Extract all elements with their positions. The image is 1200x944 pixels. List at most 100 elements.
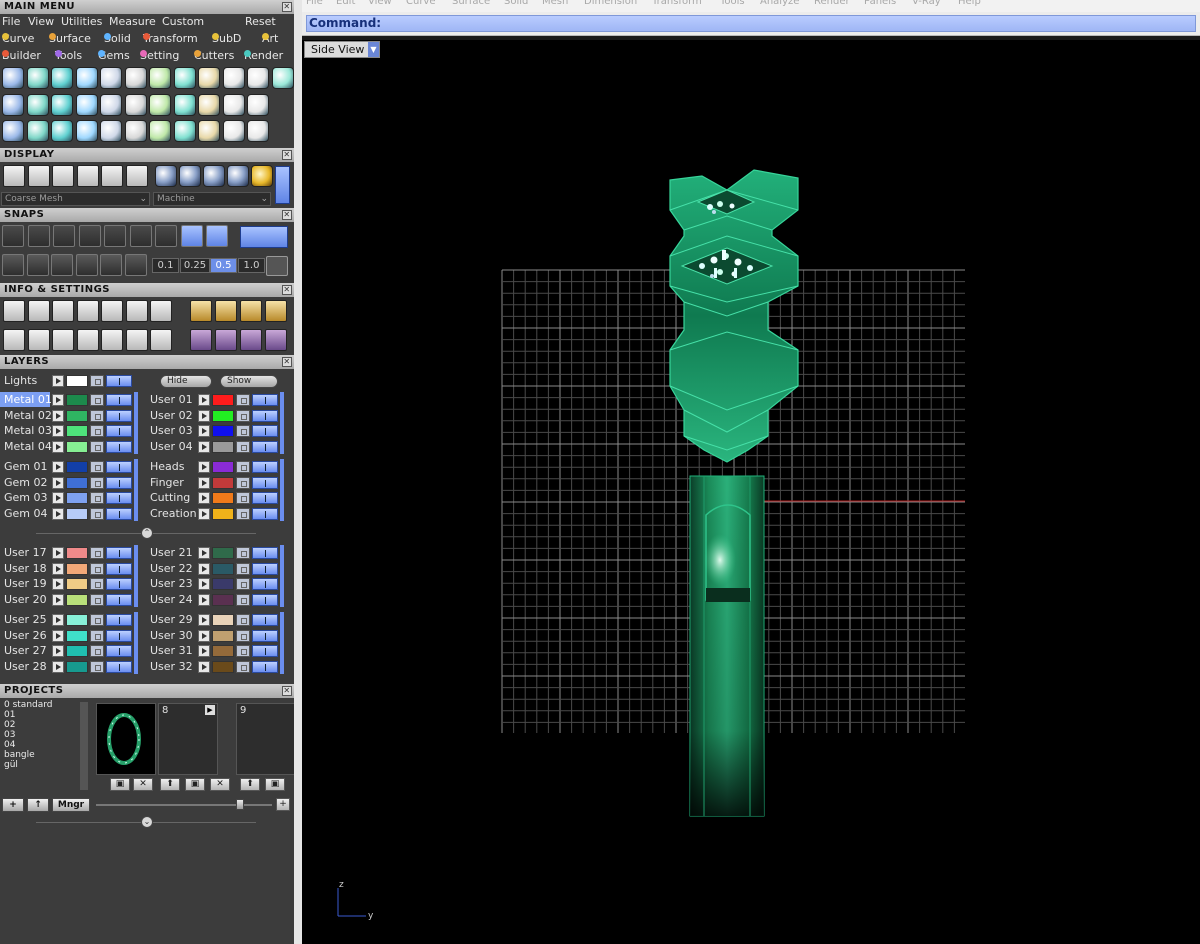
- play-icon[interactable]: [52, 375, 64, 387]
- play-icon[interactable]: [52, 507, 64, 520]
- menu-row2-2[interactable]: Solid: [104, 32, 131, 45]
- visibility-toggle[interactable]: [106, 440, 132, 453]
- visibility-toggle[interactable]: [106, 562, 132, 575]
- expand-up-icon[interactable]: ⌃: [141, 527, 153, 539]
- rocket-icon[interactable]: [124, 120, 147, 142]
- globe-icon[interactable]: [173, 67, 196, 89]
- image-icon[interactable]: [149, 67, 171, 89]
- pattern-snap-icon[interactable]: [75, 254, 98, 276]
- layer-group-bar[interactable]: [280, 392, 284, 455]
- layer-row[interactable]: User 26: [0, 628, 134, 643]
- hatch-icon[interactable]: [3, 165, 25, 187]
- top-menu-item[interactable]: Transform: [652, 0, 702, 7]
- play-icon[interactable]: [52, 593, 64, 606]
- thumbnail-size-slider[interactable]: [96, 804, 272, 806]
- box-snap-icon[interactable]: [26, 254, 49, 276]
- visibility-toggle[interactable]: [252, 629, 278, 642]
- layer-color-swatch[interactable]: [212, 578, 234, 591]
- visibility-toggle[interactable]: [106, 394, 132, 406]
- project-slot-8[interactable]: 8 ▶: [158, 703, 218, 775]
- layer-color-swatch[interactable]: [212, 593, 234, 606]
- lock-icon[interactable]: [90, 375, 104, 387]
- lock-icon[interactable]: [90, 614, 104, 626]
- manager-button[interactable]: Mngr: [52, 798, 90, 812]
- layer-row[interactable]: Finger: [146, 475, 280, 490]
- layer-group-bar[interactable]: [134, 459, 138, 522]
- visibility-toggle[interactable]: [252, 578, 278, 591]
- shell-icon[interactable]: [125, 165, 148, 187]
- chip-icon[interactable]: [51, 120, 73, 142]
- mid-snap-icon[interactable]: [180, 225, 203, 247]
- line-snap-icon[interactable]: [206, 225, 228, 247]
- snap-value-button[interactable]: 0.1: [152, 258, 179, 273]
- ring-shank-model[interactable]: [669, 169, 799, 817]
- visibility-toggle[interactable]: [106, 645, 132, 658]
- upload-project-button[interactable]: ↑: [27, 798, 49, 812]
- export-icon[interactable]: [2, 120, 24, 142]
- record-macro-icon[interactable]: [215, 329, 237, 351]
- rocket-icon[interactable]: [27, 329, 50, 351]
- top-menu-item[interactable]: V-Ray: [912, 0, 941, 7]
- visibility-toggle[interactable]: [252, 507, 278, 520]
- circle-snap-icon[interactable]: [155, 225, 177, 247]
- project-list-item[interactable]: 01: [4, 710, 88, 720]
- ring-icon[interactable]: [247, 94, 269, 116]
- ruler-icon[interactable]: [100, 120, 122, 142]
- visibility-toggle[interactable]: [252, 461, 278, 473]
- layer-color-swatch[interactable]: [66, 394, 88, 406]
- layer-lights[interactable]: Lights: [0, 373, 140, 388]
- mesh-quality-dropdown[interactable]: Coarse Mesh ⌄: [1, 192, 150, 206]
- cube-tool-icon[interactable]: [26, 94, 49, 116]
- visibility-toggle[interactable]: [106, 425, 132, 438]
- layer-row[interactable]: User 19: [0, 576, 134, 591]
- project-slot-9[interactable]: 9: [236, 703, 294, 775]
- top-menu-item[interactable]: Help: [958, 0, 981, 7]
- visibility-toggle[interactable]: [106, 547, 132, 559]
- lock-icon[interactable]: [236, 593, 250, 606]
- lock-icon[interactable]: [236, 614, 250, 626]
- project-list-item[interactable]: bangle: [4, 750, 88, 760]
- menu-row2-4[interactable]: SubD: [212, 32, 241, 45]
- play-icon[interactable]: [198, 629, 210, 642]
- point-snap-icon[interactable]: [78, 225, 101, 247]
- play-icon[interactable]: [198, 507, 210, 520]
- chip-icon[interactable]: [51, 94, 73, 116]
- ring-icon[interactable]: [247, 120, 269, 142]
- menu-row2-5[interactable]: Art: [262, 32, 278, 45]
- globe-icon[interactable]: [76, 300, 99, 322]
- project-thumbnail-ring[interactable]: [96, 703, 156, 775]
- play-icon[interactable]: [198, 645, 210, 658]
- layer-color-swatch[interactable]: [212, 461, 234, 473]
- snap-value-button[interactable]: 0.25: [180, 258, 210, 273]
- layer-group-bar[interactable]: [134, 545, 138, 608]
- layer-color-swatch[interactable]: [212, 492, 234, 505]
- top-menu-item[interactable]: Solid: [504, 0, 528, 7]
- project-list-item[interactable]: 0 standard: [4, 700, 88, 710]
- globe-icon[interactable]: [76, 329, 99, 351]
- grid-icon[interactable]: [266, 256, 288, 276]
- play-icon[interactable]: [198, 660, 210, 673]
- top-menu-item[interactable]: Curve: [406, 0, 436, 7]
- visibility-toggle[interactable]: [106, 476, 132, 489]
- layer-row[interactable]: User 31: [146, 643, 280, 658]
- delete-project-button[interactable]: ✕: [133, 778, 153, 791]
- layer-row[interactable]: Gem 04: [0, 506, 134, 521]
- menu-custom[interactable]: Custom: [162, 15, 204, 28]
- save-project-button[interactable]: ▣: [265, 778, 285, 791]
- layer-group-bar[interactable]: [134, 612, 138, 675]
- top-menu-item[interactable]: Edit: [336, 0, 355, 7]
- layer-color-swatch[interactable]: [212, 507, 234, 520]
- layer-color-swatch[interactable]: [212, 394, 234, 406]
- command-input[interactable]: Command:: [306, 15, 1196, 32]
- layer-color-swatch[interactable]: [66, 614, 88, 626]
- layer-row[interactable]: User 20: [0, 592, 134, 607]
- menu-row3-3[interactable]: Setting: [140, 49, 179, 62]
- panel-separator[interactable]: [294, 0, 302, 944]
- layer-row[interactable]: User 02: [146, 408, 280, 423]
- visibility-toggle[interactable]: [252, 593, 278, 606]
- layer-group-bar[interactable]: [134, 392, 138, 455]
- add-project-button[interactable]: +: [2, 798, 24, 812]
- play-icon[interactable]: [198, 492, 210, 505]
- layer-color-swatch[interactable]: [66, 425, 88, 438]
- globe-icon[interactable]: [173, 120, 196, 142]
